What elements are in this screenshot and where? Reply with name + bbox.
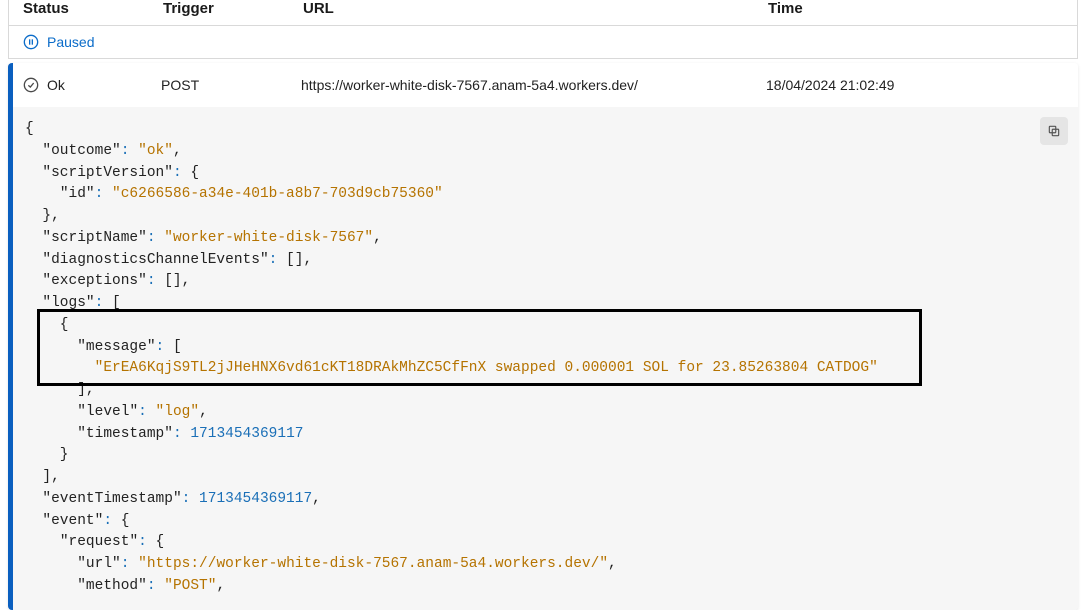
copy-button[interactable] — [1040, 117, 1068, 145]
check-circle-icon — [23, 77, 39, 93]
log-header: Ok POST https://worker-white-disk-7567.a… — [13, 63, 1078, 107]
status-text: Ok — [47, 77, 65, 93]
table-header: Status Trigger URL Time — [8, 0, 1078, 26]
log-entry[interactable]: Ok POST https://worker-white-disk-7567.a… — [8, 63, 1078, 610]
paused-row[interactable]: Paused — [8, 26, 1078, 59]
header-trigger: Trigger — [163, 0, 303, 17]
header-time: Time — [768, 0, 1063, 17]
json-code-block: { "outcome": "ok", "scriptVersion": { "i… — [13, 107, 1078, 610]
time-cell: 18/04/2024 21:02:49 — [766, 77, 1068, 93]
header-url: URL — [303, 0, 768, 17]
json-pre: { "outcome": "ok", "scriptVersion": { "i… — [25, 119, 1066, 598]
status-cell: Ok — [23, 77, 161, 93]
trigger-cell: POST — [161, 77, 301, 93]
header-status: Status — [23, 0, 163, 17]
copy-icon — [1047, 124, 1061, 138]
url-cell: https://worker-white-disk-7567.anam-5a4.… — [301, 77, 766, 93]
paused-label: Paused — [47, 34, 94, 50]
pause-icon — [23, 34, 39, 50]
